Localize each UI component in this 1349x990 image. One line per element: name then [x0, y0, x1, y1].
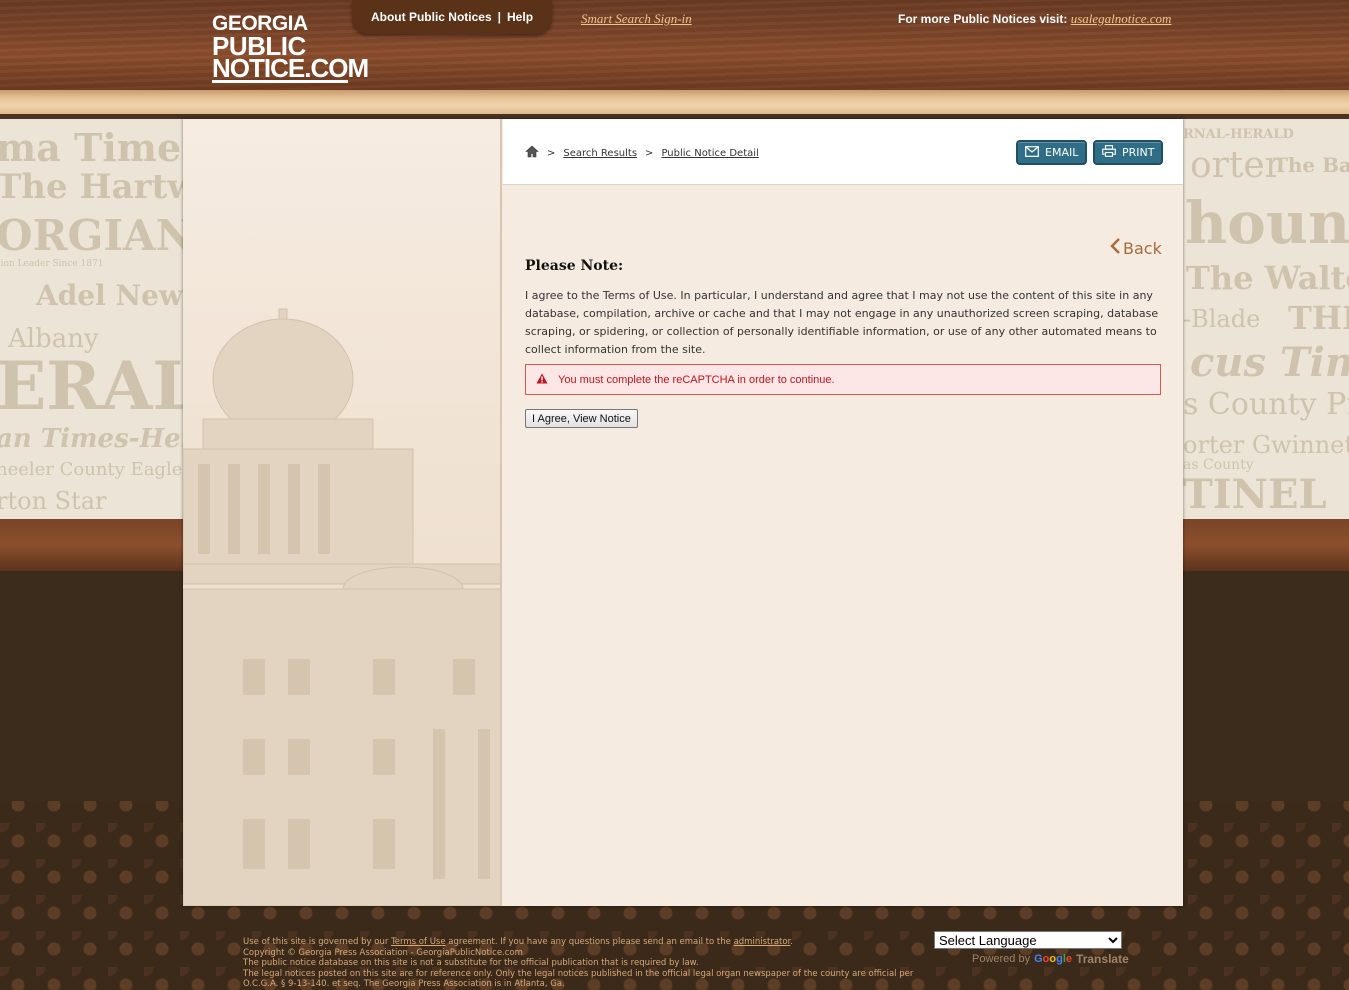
google-logo: Google [1034, 953, 1073, 965]
chevron-left-icon [1109, 237, 1121, 259]
footer-text-part: . [790, 937, 793, 947]
masthead: ORGIAN [0, 211, 194, 260]
footer-copyright: Copyright © Georgia Press Association - … [243, 947, 523, 958]
email-button[interactable]: EMAIL [1016, 140, 1088, 165]
help-link[interactable]: Help [507, 10, 533, 24]
google-translate-attribution: Powered by Google Translate [972, 952, 1129, 966]
agree-view-notice-button[interactable]: I Agree, View Notice [525, 409, 638, 428]
home-icon[interactable] [525, 145, 539, 161]
masthead: orter Gwinnett [1183, 431, 1349, 459]
breadcrumb: > Search Results > Public Notice Detail [525, 145, 759, 161]
logo-line-3: NOTICE.COM [212, 53, 369, 83]
envelope-icon [1025, 145, 1039, 160]
more-notices-label: For more Public Notices visit: [898, 12, 1068, 26]
masthead: THE [1288, 299, 1349, 337]
capitol-image-column [183, 119, 502, 906]
top-nav-tab: About Public Notices | Help [352, 0, 552, 34]
breadcrumb-public-notice-detail[interactable]: Public Notice Detail [661, 148, 758, 159]
error-message: You must complete the reCAPTCHA in order… [558, 373, 835, 386]
breadcrumb-separator: > [645, 147, 654, 159]
masthead: s County Pro [1183, 387, 1349, 422]
recaptcha-error-alert: You must complete the reCAPTCHA in order… [525, 364, 1161, 395]
note-heading: Please Note: [525, 258, 624, 274]
nav-separator: | [497, 10, 502, 24]
site-logo[interactable]: GEORGIA PUBLIC NOTICE.COM [212, 13, 369, 83]
masthead: RNAL-HERALD [1183, 127, 1294, 142]
footer-line-1: Use of this site is governed by our Term… [243, 937, 923, 948]
masthead: Adel News [36, 279, 199, 312]
masthead: cus Times [1190, 339, 1349, 386]
masthead: heeler County Eagle [0, 459, 183, 480]
masthead: rton Star [0, 487, 107, 515]
masthead: houn T [1185, 189, 1349, 257]
main-panel: > Search Results > Public Notice Detail … [183, 119, 1183, 906]
footer-disclaimer: The public notice database on this site … [243, 958, 699, 968]
usalegalnotice-link[interactable]: usalegalnotice.com [1071, 11, 1172, 26]
breadcrumb-separator: > [547, 147, 556, 159]
detail-toolbar: > Search Results > Public Notice Detail … [503, 119, 1183, 185]
masthead: The Bald [1273, 153, 1349, 177]
printer-icon [1102, 145, 1116, 160]
print-button-label: PRINT [1122, 146, 1155, 159]
powered-by-label: Powered by [972, 953, 1031, 965]
language-select[interactable]: Select Language [934, 931, 1122, 949]
footer-text-part: Use of this site is governed by our [243, 937, 392, 947]
footer-legal-text: Use of this site is governed by our Term… [243, 937, 923, 990]
capitol-building-image [183, 308, 500, 906]
masthead: orter [1190, 145, 1282, 186]
notice-detail-column: > Search Results > Public Notice Detail … [503, 119, 1183, 906]
masthead: -Blade [1183, 305, 1261, 333]
back-link[interactable]: Back [1109, 237, 1162, 259]
translate-label[interactable]: Translate [1076, 952, 1129, 966]
print-button[interactable]: PRINT [1093, 140, 1164, 165]
about-public-notices-link[interactable]: About Public Notices [371, 10, 492, 24]
masthead: an Times-Her [0, 424, 195, 454]
masthead: sion Leader Since 1871 [0, 259, 104, 269]
email-button-label: EMAIL [1045, 146, 1079, 159]
more-notices-text: For more Public Notices visit: usalegaln… [898, 11, 1171, 27]
smart-search-signin-link[interactable]: Smart Search Sign-in [581, 11, 692, 27]
footer-text-part: agreement. If you have any questions ple… [445, 937, 734, 947]
back-link-label: Back [1123, 238, 1162, 258]
administrator-link[interactable]: administrator [734, 937, 791, 947]
footer-legal-notice: The legal notices posted on this site ar… [243, 968, 914, 990]
masthead: ma Times [0, 125, 203, 170]
terms-of-use-link[interactable]: Terms of Use [391, 937, 446, 947]
warning-icon [536, 373, 548, 387]
masthead: The Walton [1186, 259, 1349, 297]
breadcrumb-search-results[interactable]: Search Results [563, 148, 637, 159]
terms-text: I agree to the Terms of Use. In particul… [525, 289, 1159, 356]
masthead: TINEL [1183, 471, 1327, 518]
